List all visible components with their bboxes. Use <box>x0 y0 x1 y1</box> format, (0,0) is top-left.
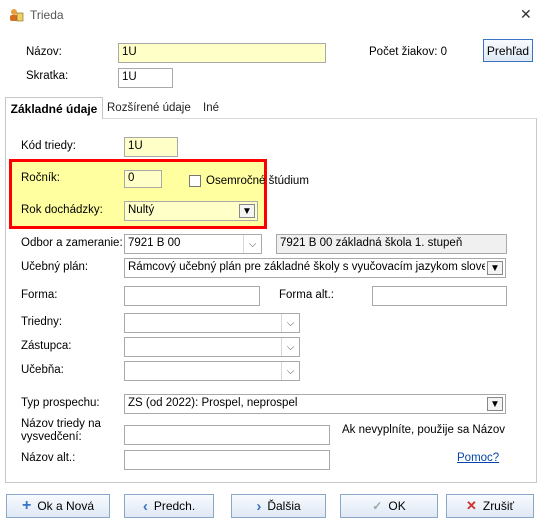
tab-basic-label: Základné údaje <box>10 101 98 116</box>
predch-button[interactable]: ‹ Predch. <box>124 494 214 518</box>
zrusit-button[interactable]: ✕ Zrušiť <box>446 494 534 518</box>
nazov-alt-label: Názov alt.: <box>21 452 76 464</box>
nazov-label: Názov: <box>26 46 62 58</box>
rocnik-label: Ročník: <box>21 172 60 184</box>
zrusit-label: Zrušiť <box>482 499 515 513</box>
ok-label: OK <box>388 499 406 513</box>
ucebny-plan-label: Učebný plán: <box>21 261 89 273</box>
tab-basic[interactable]: Základné údaje <box>5 97 103 119</box>
typ-prospechu-label: Typ prospechu: <box>21 397 100 409</box>
nazov-input[interactable]: 1U <box>118 43 326 63</box>
checkmark-icon: ✓ <box>372 499 383 513</box>
skratka-input[interactable]: 1U <box>118 68 173 88</box>
odbor-select[interactable]: 7921 B 00 ⌵ <box>124 234 262 254</box>
chevron-left-icon: ‹ <box>142 497 148 515</box>
ucebny-plan-select[interactable]: Rámcový učebný plán pre základné školy s… <box>124 258 506 278</box>
plus-icon: + <box>21 497 32 514</box>
triedny-select[interactable]: ⌵ <box>124 313 300 333</box>
window-title: Trieda <box>30 8 64 22</box>
odbor-value: 7921 B 00 <box>128 237 181 249</box>
prehlad-button[interactable]: Prehľad <box>483 39 533 62</box>
zastupca-label: Zástupca: <box>21 340 72 352</box>
ok-a-nova-button[interactable]: + Ok a Nová <box>6 494 110 518</box>
chevron-down-icon[interactable]: ⌵ <box>281 362 299 380</box>
chevron-down-icon[interactable]: ▼ <box>487 397 503 411</box>
chevron-down-icon[interactable]: ▼ <box>487 261 503 275</box>
ok-button[interactable]: ✓ OK <box>340 494 438 518</box>
tab-other[interactable]: Iné <box>203 102 219 114</box>
rok-dochadzky-label: Rok dochádzky: <box>21 204 103 216</box>
kod-triedy-input[interactable]: 1U <box>124 137 178 157</box>
odbor-label: Odbor a zameranie: <box>21 237 123 249</box>
nazov-vysvedcenie-label-line2: vysvedčení: <box>21 431 82 443</box>
nazov-vysvedcenie-hint: Ak nevyplníte, použije sa Názov <box>342 424 506 436</box>
kod-triedy-label: Kód triedy: <box>21 140 76 152</box>
zastupca-select[interactable]: ⌵ <box>124 337 300 357</box>
predch-label: Predch. <box>153 499 196 513</box>
forma-input[interactable] <box>124 286 260 306</box>
chevron-right-icon: › <box>256 497 262 515</box>
forma-alt-input[interactable] <box>372 286 507 306</box>
tab-extended[interactable]: Rozšírené údaje <box>107 102 191 114</box>
nazov-vysvedcenie-input[interactable] <box>124 425 330 445</box>
osemrocne-checkbox[interactable] <box>189 175 201 187</box>
forma-label: Forma: <box>21 289 58 301</box>
chevron-down-icon[interactable]: ⌵ <box>243 235 261 253</box>
pocet-ziakov: Počet žiakov: 0 <box>369 46 447 58</box>
rok-dochadzky-select[interactable]: Nultý ▼ <box>124 201 258 221</box>
app-icon <box>8 7 24 23</box>
typ-prospechu-select[interactable]: ZŠ (od 2022): Prospel, neprospel ▼ <box>124 394 506 414</box>
chevron-down-icon[interactable]: ▼ <box>239 204 255 218</box>
typ-prospechu-value: ZŠ (od 2022): Prospel, neprospel <box>128 397 298 409</box>
nazov-alt-input[interactable] <box>124 450 330 470</box>
rocnik-input[interactable]: 0 <box>124 170 162 188</box>
ok-a-nova-label: Ok a Nová <box>37 499 95 513</box>
title-bar: Trieda ✕ <box>0 0 544 30</box>
ucebna-select[interactable]: ⌵ <box>124 361 300 381</box>
ucebna-label: Učebňa: <box>21 364 64 376</box>
close-icon[interactable]: ✕ <box>520 6 532 23</box>
odbor-description: 7921 B 00 základná škola 1. stupeň <box>276 234 507 254</box>
close-icon: ✕ <box>465 498 477 513</box>
dalsia-label: Ďalšia <box>267 499 301 513</box>
osemrocne-label: Osemročné štúdium <box>206 175 309 187</box>
ucebny-plan-value: Rámcový učebný plán pre základné školy s… <box>128 261 485 273</box>
triedny-label: Triedny: <box>21 316 63 328</box>
skratka-label: Skratka: <box>26 70 69 82</box>
rok-dochadzky-value: Nultý <box>128 204 155 216</box>
chevron-down-icon[interactable]: ⌵ <box>281 338 299 356</box>
nazov-vysvedcenie-label-line1: Názov triedy na <box>21 418 101 430</box>
pomoc-link[interactable]: Pomoc? <box>457 452 499 464</box>
chevron-down-icon[interactable]: ⌵ <box>281 314 299 332</box>
dalsia-button[interactable]: › Ďalšia <box>231 494 326 518</box>
forma-alt-label: Forma alt.: <box>279 289 334 301</box>
